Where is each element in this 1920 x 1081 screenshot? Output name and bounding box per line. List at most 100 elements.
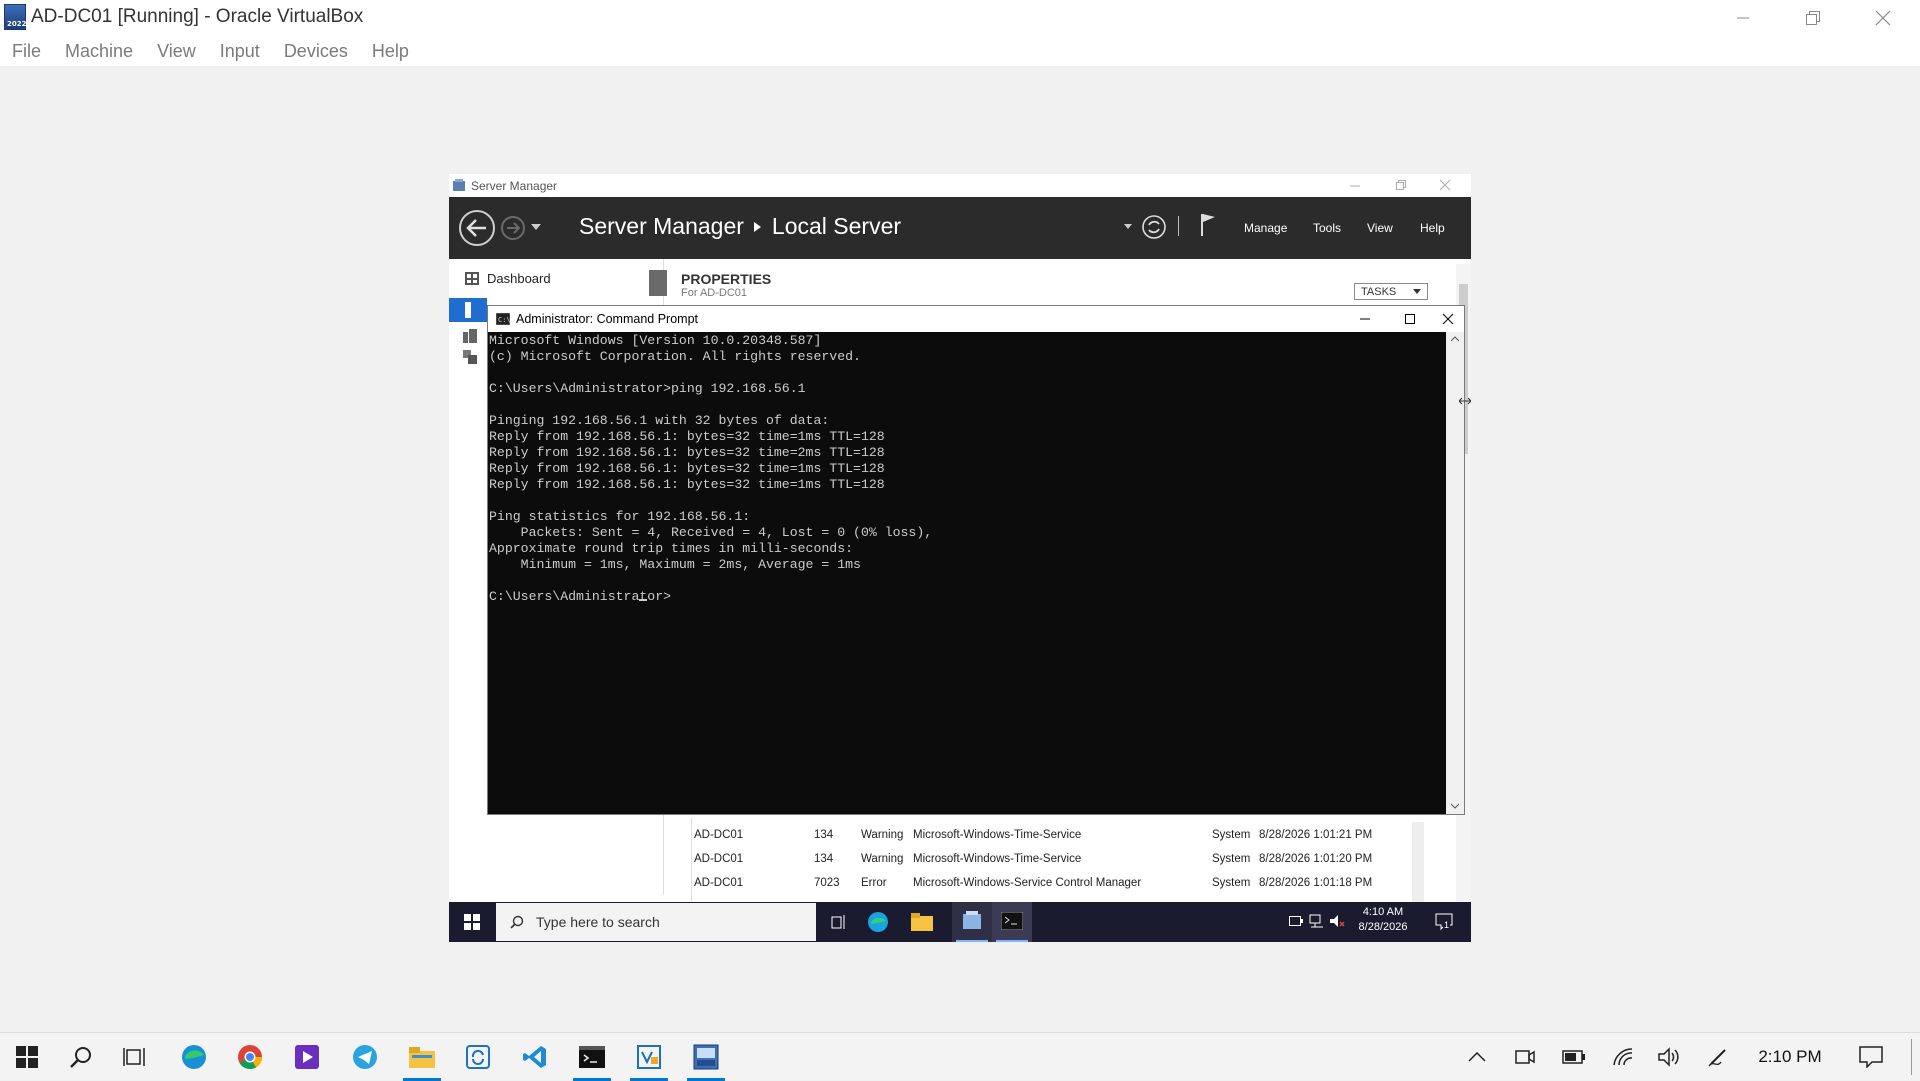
network-icon[interactable] — [1309, 914, 1325, 928]
scroll-up-icon[interactable] — [1451, 336, 1459, 342]
nav-item-dashboard[interactable]: Dashboard — [465, 271, 551, 286]
host-restore-button[interactable] — [1790, 0, 1836, 36]
host-taskbar-vscode[interactable] — [512, 1033, 558, 1081]
cmd-icon — [1001, 912, 1023, 930]
menu-help[interactable]: Help — [360, 41, 421, 62]
tasks-dropdown-button[interactable]: TASKS — [1354, 283, 1428, 300]
history-dropdown-icon[interactable] — [531, 224, 541, 232]
sm-minimize-icon[interactable] — [1349, 180, 1361, 192]
sm-close-icon[interactable] — [1439, 179, 1451, 191]
host-taskbar-virtualbox[interactable] — [626, 1033, 672, 1081]
cmd-scroll-track[interactable] — [1450, 348, 1460, 800]
battery-icon — [1562, 1050, 1585, 1064]
cmd-close-button[interactable] — [1432, 306, 1464, 332]
host-taskbar-chrome[interactable] — [227, 1033, 273, 1081]
event-server: AD-DC01 — [694, 829, 744, 841]
volume-tray-button[interactable] — [1646, 1033, 1692, 1081]
volume-muted-icon[interactable] — [1329, 914, 1345, 928]
event-row[interactable]: AD-DC01 134 Warning Microsoft-Windows-Ti… — [694, 825, 1372, 845]
cmd-title-bar[interactable]: C:\ Administrator: Command Prompt — [488, 306, 1464, 332]
host-taskbar-media-app[interactable] — [284, 1033, 330, 1081]
cmd-maximize-button[interactable] — [1388, 306, 1432, 332]
event-server: AD-DC01 — [694, 853, 744, 865]
refresh-dropdown-icon[interactable] — [1124, 224, 1132, 230]
file-explorer-icon[interactable] — [911, 912, 933, 932]
host-search-button[interactable] — [58, 1033, 104, 1081]
notifications-flag-icon[interactable] — [1199, 212, 1217, 238]
vm-taskbar-server-manager[interactable] — [952, 902, 992, 942]
host-taskbar-telegram[interactable] — [342, 1033, 388, 1081]
event-server: AD-DC01 — [694, 877, 744, 889]
task-view-icon[interactable] — [831, 914, 847, 930]
command-prompt-window[interactable]: C:\ Administrator: Command Prompt Micros… — [487, 305, 1465, 815]
menu-input[interactable]: Input — [208, 41, 272, 62]
show-hidden-icons-button[interactable] — [1454, 1033, 1500, 1081]
properties-title: PROPERTIES — [681, 271, 772, 287]
host-minimize-button[interactable] — [1720, 0, 1766, 36]
cmd-console[interactable]: Microsoft Windows [Version 10.0.20348.58… — [488, 332, 1446, 814]
battery-icon[interactable] — [1289, 916, 1303, 926]
menu-file[interactable]: File — [0, 41, 53, 62]
minimize-icon — [1737, 17, 1749, 19]
sm-menu-view[interactable]: View — [1367, 221, 1393, 235]
forward-button[interactable] — [501, 216, 525, 240]
host-close-button[interactable] — [1860, 0, 1906, 36]
menu-devices[interactable]: Devices — [272, 41, 360, 62]
event-log: System — [1212, 853, 1251, 865]
file-storage-icon[interactable] — [463, 350, 477, 364]
sm-menu-manage[interactable]: Manage — [1244, 221, 1287, 235]
back-button[interactable] — [459, 210, 495, 246]
host-task-view-button[interactable] — [112, 1033, 158, 1081]
vm-start-button[interactable] — [449, 902, 495, 942]
events-scrollbar[interactable] — [1412, 822, 1424, 902]
close-icon — [1875, 10, 1891, 26]
vm-taskbar-cmd[interactable] — [992, 902, 1032, 942]
show-desktop-divider[interactable] — [1911, 1039, 1912, 1075]
chevron-down-icon — [1413, 288, 1421, 294]
host-taskbar-file-explorer[interactable] — [399, 1033, 445, 1081]
host-taskbar-terminal[interactable] — [569, 1033, 615, 1081]
battery-tray-button[interactable] — [1551, 1033, 1597, 1081]
host-notifications-button[interactable] — [1848, 1033, 1894, 1081]
vm-display[interactable]: Server Manager Server Manager Local Serv… — [449, 174, 1471, 942]
sm-menu-help[interactable]: Help — [1420, 221, 1445, 235]
cmd-output: Microsoft Windows [Version 10.0.20348.58… — [489, 333, 933, 604]
vm-clock[interactable]: 4:10 AM 8/28/2026 — [1353, 905, 1413, 935]
cmd-minimize-button[interactable] — [1343, 306, 1387, 332]
nav-item-local-server[interactable] — [449, 298, 487, 322]
event-row[interactable]: AD-DC01 134 Warning Microsoft-Windows-Ti… — [694, 849, 1372, 869]
header-divider — [1178, 216, 1179, 236]
chrome-icon — [238, 1045, 262, 1070]
restore-icon — [1806, 11, 1820, 25]
breadcrumb-root[interactable]: Server Manager — [579, 213, 744, 240]
wifi-tray-button[interactable] — [1600, 1033, 1646, 1081]
event-source: Microsoft-Windows-Time-Service — [913, 853, 1082, 865]
host-start-button[interactable] — [4, 1033, 50, 1081]
refresh-icon[interactable] — [1141, 214, 1167, 240]
menu-view[interactable]: View — [145, 41, 208, 62]
all-servers-icon[interactable] — [463, 329, 477, 343]
menu-machine[interactable]: Machine — [53, 41, 145, 62]
host-taskbar-vm-window[interactable] — [683, 1033, 729, 1081]
vm-search-box[interactable]: Type here to search — [496, 903, 816, 941]
server-manager-header: Server Manager Local Server Manage Tools… — [449, 197, 1471, 259]
vm-action-center-button[interactable]: 1 — [1434, 912, 1454, 932]
resize-cursor-icon — [1459, 397, 1471, 405]
event-id: 7023 — [814, 877, 840, 889]
event-row[interactable]: AD-DC01 7023 Error Microsoft-Windows-Ser… — [694, 873, 1372, 893]
event-source: Microsoft-Windows-Service Control Manage… — [913, 877, 1142, 889]
camera-tray-button[interactable] — [1502, 1033, 1548, 1081]
active-indicator — [996, 940, 1028, 942]
pen-tray-button[interactable] — [1695, 1033, 1741, 1081]
sm-restore-icon[interactable] — [1395, 179, 1407, 191]
event-severity: Warning — [861, 829, 904, 841]
host-taskbar-edge[interactable] — [171, 1033, 217, 1081]
sm-menu-tools[interactable]: Tools — [1313, 221, 1341, 235]
edge-icon[interactable] — [867, 911, 889, 933]
text-cursor — [639, 599, 647, 601]
host-taskbar-sync-app[interactable] — [455, 1033, 501, 1081]
scroll-down-icon[interactable] — [1451, 803, 1459, 809]
host-clock[interactable]: 2:10 PM — [1750, 1047, 1830, 1067]
virtualbox-vm-icon[interactable]: 2022 — [4, 4, 26, 30]
breadcrumb-current: Local Server — [771, 213, 902, 239]
